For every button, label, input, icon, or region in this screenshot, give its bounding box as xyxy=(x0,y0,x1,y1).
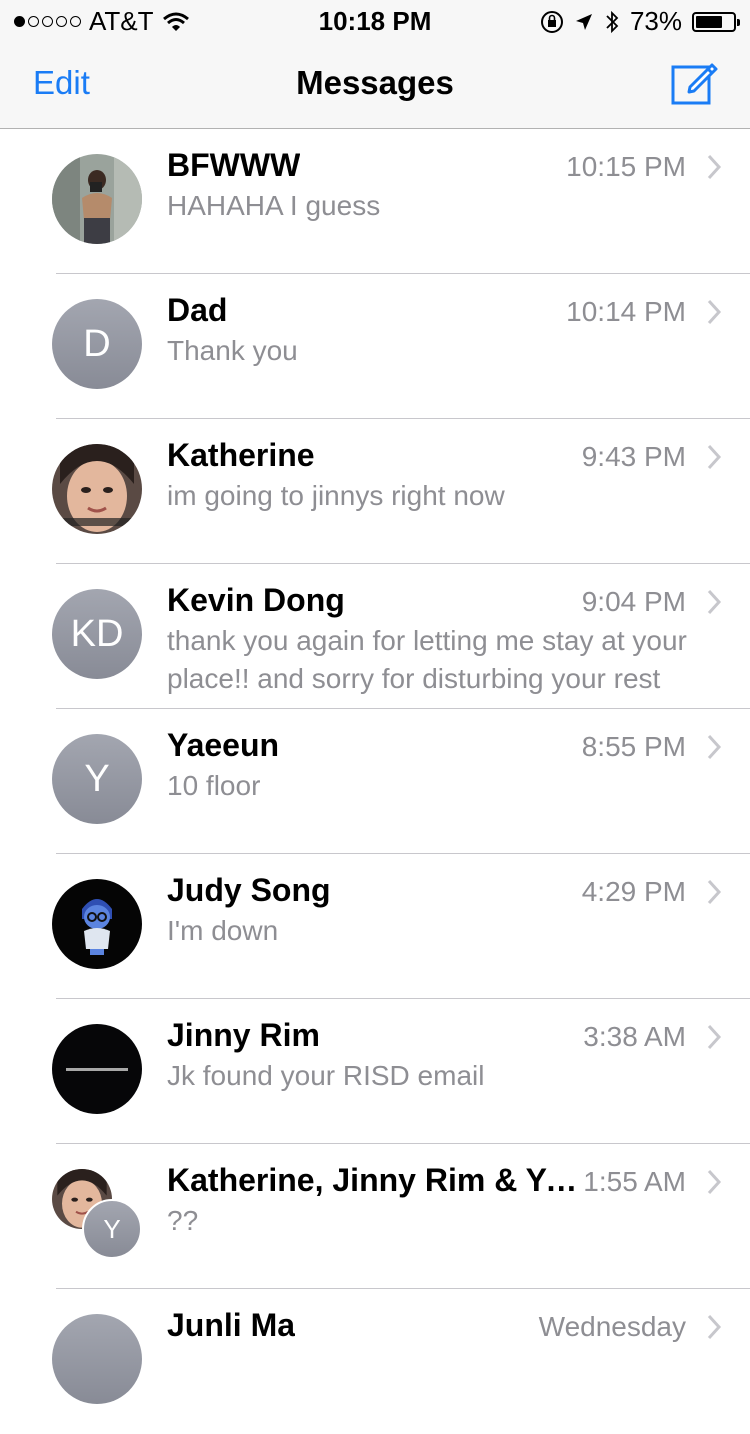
battery-percent: 73% xyxy=(629,6,682,36)
navigation-bar: Edit Messages xyxy=(0,40,750,129)
battery-icon xyxy=(692,11,740,32)
message-preview: I'm down xyxy=(167,915,279,946)
conversation-row[interactable]: BFWWW 10:15 PM HAHAHA I guess xyxy=(0,129,750,274)
chevron-right-icon xyxy=(707,1169,722,1195)
message-preview: Jk found your RISD email xyxy=(167,1060,485,1091)
message-time: 9:04 PM xyxy=(581,586,686,617)
avatar-photo xyxy=(52,879,142,969)
avatar-group: Y xyxy=(52,1169,144,1261)
avatar-initials: Y xyxy=(52,734,142,824)
avatar-photo xyxy=(52,154,142,244)
avatar-initials: D xyxy=(52,299,142,389)
contact-name: Yaeeun xyxy=(167,727,280,763)
chevron-right-icon xyxy=(707,1024,722,1050)
chevron-right-icon xyxy=(707,444,722,470)
message-time: 1:55 AM xyxy=(583,1166,686,1197)
conversation-row[interactable]: Katherine 9:43 PM im going to jinnys rig… xyxy=(0,419,750,564)
message-preview: 10 floor xyxy=(167,770,261,801)
message-time: 3:38 AM xyxy=(583,1021,686,1052)
conversation-row[interactable]: Jinny Rim 3:38 AM Jk found your RISD ema… xyxy=(0,999,750,1144)
chevron-right-icon xyxy=(707,589,722,615)
page-title: Messages xyxy=(296,64,454,101)
message-time: 10:15 PM xyxy=(566,151,686,182)
avatar-initials: KD xyxy=(52,589,142,679)
status-right: 73% xyxy=(540,6,740,37)
conversation-list: BFWWW 10:15 PM HAHAHA I guess D Dad 10:1… xyxy=(0,129,750,1434)
message-preview: im going to jinnys right now xyxy=(167,480,505,511)
message-time: 4:29 PM xyxy=(581,876,686,907)
contact-name: BFWWW xyxy=(167,147,301,183)
conversation-row[interactable]: Judy Song 4:29 PM I'm down xyxy=(0,854,750,999)
status-bar: AT&T 10:18 PM 73% xyxy=(0,0,750,40)
message-preview: HAHAHA I guess xyxy=(167,190,381,221)
conversation-row[interactable]: Y Katherine, Jinny Rim & Ya... 1:55 AM ?… xyxy=(0,1144,750,1289)
conversation-row[interactable]: Y Yaeeun 8:55 PM 10 floor xyxy=(0,709,750,854)
rotation-lock-icon xyxy=(540,10,563,33)
message-time: 8:55 PM xyxy=(581,731,686,762)
contact-name: Dad xyxy=(167,292,228,328)
conversation-row[interactable]: KD Kevin Dong 9:04 PM thank you again fo… xyxy=(0,564,750,709)
chevron-right-icon xyxy=(707,734,722,760)
bluetooth-icon xyxy=(606,10,619,33)
conversation-row[interactable]: Junli Ma Wednesday xyxy=(0,1289,750,1434)
message-time: 10:14 PM xyxy=(566,296,686,327)
contact-name: Jinny Rim xyxy=(167,1017,320,1053)
compose-icon[interactable] xyxy=(668,56,720,108)
contact-name: Katherine xyxy=(167,437,315,473)
avatar-initials: Y xyxy=(82,1199,142,1259)
contact-name: Kevin Dong xyxy=(167,582,345,618)
avatar-photo xyxy=(52,1024,142,1114)
message-time: 9:43 PM xyxy=(581,441,686,472)
contact-name: Junli Ma xyxy=(167,1307,296,1343)
avatar-photo xyxy=(52,444,142,534)
contact-name: Judy Song xyxy=(167,872,331,908)
battery-level xyxy=(696,15,722,28)
chevron-right-icon xyxy=(707,154,722,180)
message-preview: Thank you xyxy=(167,335,298,366)
message-preview: ?? xyxy=(167,1205,199,1236)
chevron-right-icon xyxy=(707,299,722,325)
message-time: Wednesday xyxy=(538,1311,686,1342)
chevron-right-icon xyxy=(707,879,722,905)
chevron-right-icon xyxy=(707,1314,722,1340)
contact-name: Katherine, Jinny Rim & Ya... xyxy=(167,1162,582,1198)
conversation-row[interactable]: D Dad 10:14 PM Thank you xyxy=(0,274,750,419)
message-preview: thank you again for letting me stay at y… xyxy=(167,625,687,694)
avatar-initials xyxy=(52,1314,142,1404)
location-arrow-icon xyxy=(575,13,592,30)
